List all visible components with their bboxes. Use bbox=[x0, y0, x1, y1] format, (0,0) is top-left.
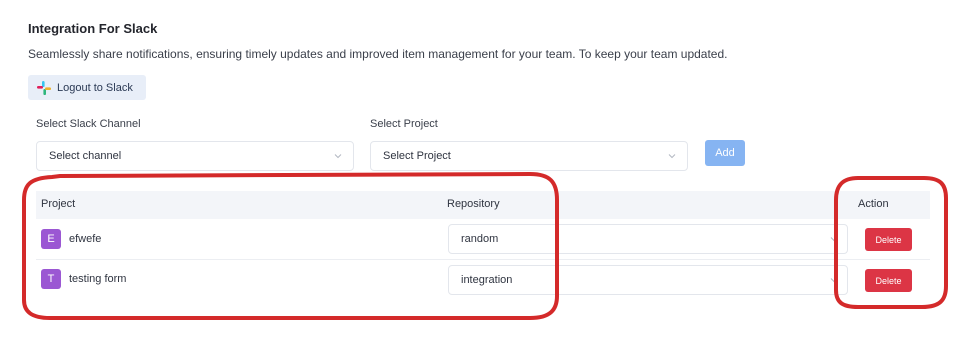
chevron-down-icon bbox=[830, 237, 838, 242]
channel-label: Select Slack Channel bbox=[36, 118, 141, 130]
project-name: testing form bbox=[69, 273, 127, 285]
page-description: Seamlessly share notifications, ensuring… bbox=[28, 47, 728, 61]
project-select-value: Select Project bbox=[383, 150, 451, 162]
repository-value: integration bbox=[461, 274, 513, 286]
chevron-down-icon bbox=[334, 154, 342, 159]
row-divider bbox=[36, 259, 930, 260]
project-label: Select Project bbox=[370, 118, 438, 130]
repository-select[interactable]: integration bbox=[448, 265, 848, 295]
chevron-down-icon bbox=[668, 154, 676, 159]
delete-button[interactable]: Delete bbox=[865, 269, 912, 292]
header-project: Project bbox=[41, 198, 76, 210]
project-avatar: T bbox=[41, 269, 61, 289]
page-title: Integration For Slack bbox=[28, 21, 158, 36]
delete-button[interactable]: Delete bbox=[865, 228, 912, 251]
header-action: Action bbox=[858, 198, 889, 210]
repository-value: random bbox=[461, 233, 499, 245]
repository-select[interactable]: random bbox=[448, 224, 848, 254]
header-repository: Repository bbox=[447, 198, 500, 210]
logout-slack-label: Logout to Slack bbox=[57, 81, 133, 94]
slack-icon bbox=[37, 80, 51, 95]
channel-select[interactable]: Select channel bbox=[36, 141, 354, 171]
project-name: efwefe bbox=[69, 233, 102, 245]
project-avatar: E bbox=[41, 229, 61, 249]
chevron-down-icon bbox=[830, 278, 838, 283]
project-select[interactable]: Select Project bbox=[370, 141, 688, 171]
logout-slack-button[interactable]: Logout to Slack bbox=[28, 75, 146, 100]
add-button[interactable]: Add bbox=[705, 140, 745, 166]
channel-select-value: Select channel bbox=[49, 150, 122, 162]
